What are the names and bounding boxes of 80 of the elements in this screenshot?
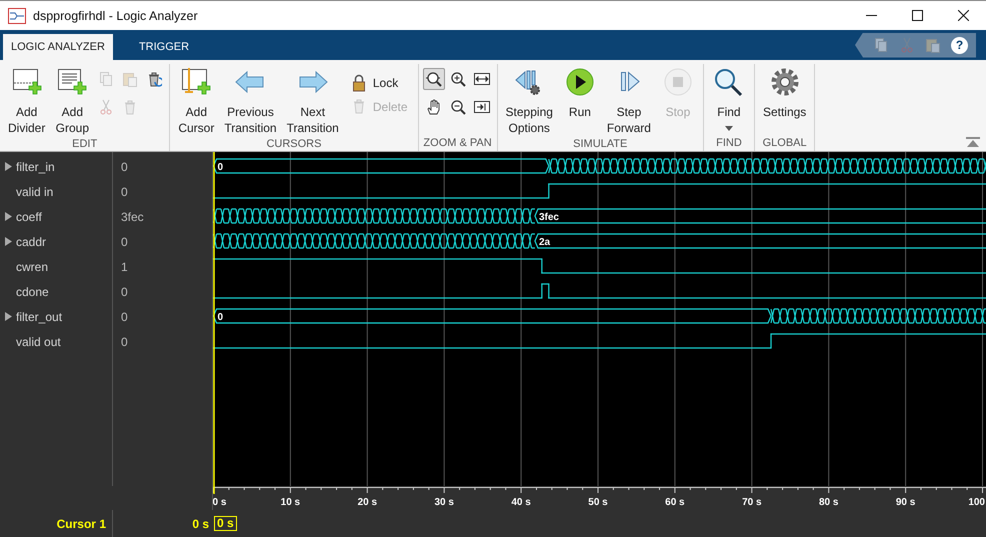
- toolbar-button[interactable]: Stepping Options: [502, 64, 557, 138]
- axis-tick-label: 40 s: [511, 497, 531, 508]
- group-label: SIMULATE: [572, 138, 628, 152]
- toolbar-button[interactable]: Previous Transition: [220, 64, 281, 138]
- signal-name: cwren: [16, 260, 48, 274]
- padlock-icon: [350, 74, 367, 92]
- zoom-fit-icon: [426, 71, 442, 87]
- toolbar-button[interactable]: Step Forward: [602, 64, 655, 138]
- toolbar-button[interactable]: Next Transition: [282, 64, 343, 138]
- group-label: EDIT: [71, 138, 98, 152]
- scissors-icon: [98, 99, 114, 115]
- paste-icon: [122, 71, 138, 87]
- tab[interactable]: TRIGGER: [130, 34, 198, 60]
- toolbar-button[interactable]: Add Divider: [4, 64, 50, 138]
- toolbar-button[interactable]: Add Cursor: [174, 64, 218, 138]
- signal-value: 1: [121, 260, 128, 274]
- cursor-name: Cursor 1: [56, 516, 106, 530]
- copy-icon: [98, 71, 114, 87]
- expand-arrow-icon[interactable]: [4, 237, 13, 246]
- expand-arrow-icon[interactable]: [4, 162, 13, 171]
- group-label: ZOOM & PAN: [422, 137, 493, 151]
- toolbar-button[interactable]: Find: [708, 64, 750, 133]
- cursor-time-marker: 0 s: [214, 516, 237, 531]
- app-icon: [8, 8, 26, 24]
- signal-value: 0: [121, 184, 128, 198]
- expand-arrow-icon[interactable]: [4, 312, 13, 321]
- toolbar-button[interactable]: Add Group: [51, 64, 94, 138]
- scissors-icon: [899, 37, 915, 53]
- window-title: dspprogfirhdl - Logic Analyzer: [33, 8, 199, 22]
- help-button[interactable]: ?: [951, 36, 968, 54]
- toolbar-button[interactable]: Settings: [758, 64, 810, 122]
- fit-horizontal-icon: [474, 71, 490, 87]
- signal-value: 0: [121, 160, 128, 174]
- zoom-fit-button[interactable]: [422, 68, 445, 90]
- signal-value: 0: [121, 284, 128, 298]
- signal-name: valid in: [16, 184, 54, 198]
- copy-icon: [873, 37, 889, 53]
- jump-to-end-icon: [474, 99, 490, 115]
- axis-tick-label: 10 s: [280, 497, 300, 508]
- paste-icon: [925, 37, 941, 53]
- zoom-out-icon: [450, 99, 466, 115]
- signal-name: filter_out: [16, 310, 62, 324]
- axis-tick-label: 60 s: [665, 497, 685, 508]
- expand-arrow-icon[interactable]: [4, 212, 13, 221]
- restore-icon: [146, 71, 162, 87]
- signal-value: 0: [121, 234, 128, 248]
- axis-tick-label: 90 s: [896, 497, 916, 508]
- group-label: CURSORS: [265, 138, 322, 152]
- close-icon: [958, 10, 968, 21]
- hand-icon: [426, 99, 442, 115]
- axis-tick-label: 80 s: [818, 497, 838, 508]
- bus-value-label: 0: [218, 162, 224, 173]
- axis-tick-label: 100: [968, 497, 985, 508]
- signal-value: 0: [121, 334, 128, 348]
- signal-name: coeff: [16, 210, 42, 224]
- axis-tick-label: 20 s: [358, 497, 378, 508]
- signal-name: filter_in: [16, 160, 55, 174]
- collapse-icon: [966, 137, 980, 147]
- axis-tick-label: 0 s: [213, 497, 226, 508]
- group-label: FIND: [715, 137, 743, 151]
- collapse-ribbon-button[interactable]: [966, 137, 980, 147]
- cursor-line[interactable]: [213, 152, 215, 486]
- zoom-in-icon: [450, 71, 466, 87]
- bus-value-label: 2a: [538, 237, 550, 248]
- signal-name: cdone: [16, 284, 49, 298]
- bus-value-label: 0: [218, 312, 224, 323]
- group-label: GLOBAL: [762, 137, 808, 151]
- tab[interactable]: LOGIC ANALYZER: [3, 34, 113, 60]
- signal-value: 0: [121, 310, 128, 324]
- toolbar-button[interactable]: Lock: [344, 74, 414, 92]
- axis-tick-label: 50 s: [588, 497, 608, 508]
- toolbar-button[interactable]: Run: [558, 64, 601, 122]
- bus-value-label: 3fec: [538, 212, 559, 223]
- cursor-value: 0 s: [192, 516, 209, 530]
- signal-value: 3fec: [121, 210, 144, 224]
- axis-tick-label: 70 s: [742, 497, 762, 508]
- signal-name: valid out: [16, 334, 61, 348]
- axis-tick-label: 30 s: [434, 497, 454, 508]
- signal-name: caddr: [16, 234, 46, 248]
- maximize-icon: [912, 10, 922, 21]
